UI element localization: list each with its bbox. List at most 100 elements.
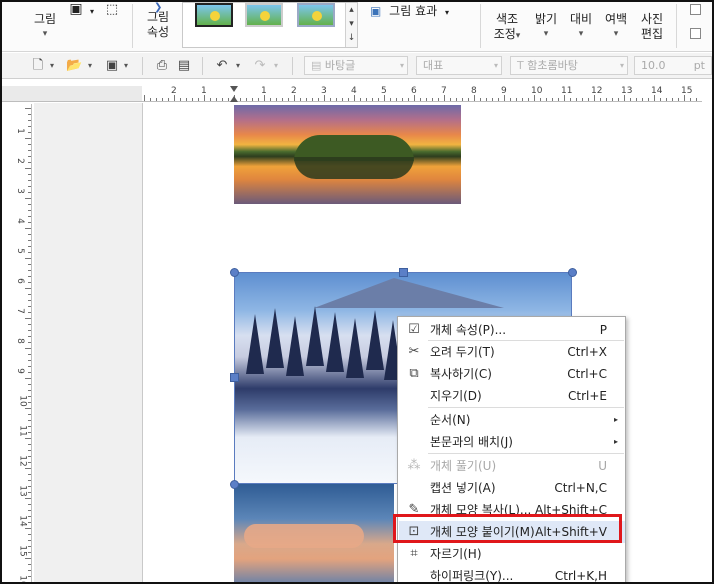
color-tone-button[interactable]: 색조 조정▾ — [490, 12, 524, 44]
ruler-tick — [28, 210, 31, 211]
menu-item[interactable]: 하이퍼링크(Y)... Ctrl+K,H — [399, 565, 625, 583]
chevron-down-icon: ▾ — [42, 29, 48, 39]
font-size-value: 10.0 — [641, 59, 666, 72]
font-combo[interactable]: ꓔ 함초롬바탕 ▾ — [510, 56, 628, 75]
ruler-number: 5 — [381, 86, 387, 96]
ruler-tick — [492, 98, 493, 101]
photo-edit-label-2: 편집 — [640, 27, 664, 41]
menu-item[interactable]: ☑ 개체 속성(P)... P — [399, 319, 625, 341]
resize-handle-top-right[interactable] — [568, 268, 577, 277]
photo-edit-button[interactable]: 사진 편집 — [638, 12, 666, 42]
style-thumb-3[interactable] — [297, 3, 335, 27]
ruler-tick — [648, 98, 649, 101]
new-document-icon[interactable]: 🗋 — [30, 58, 46, 74]
ruler-tick — [678, 98, 679, 101]
ruler-tick — [28, 390, 31, 391]
resize-handle-top[interactable] — [399, 268, 408, 277]
resize-handle-top-left[interactable] — [230, 268, 239, 277]
sunset-lake-image[interactable] — [234, 105, 461, 204]
menu-item-shortcut: Ctrl+K,H — [554, 569, 607, 583]
open-folder-icon[interactable]: 📂 — [66, 58, 82, 74]
horizontal-ruler[interactable]: 2 1 1 2 3 4 5 6 7 8 9 10 11 12 13 14 15 — [142, 86, 702, 102]
vertical-ruler[interactable]: 1 2 3 4 5 6 7 8 9 10 11 12 13 14 15 16 — [14, 104, 32, 582]
brightness-button[interactable]: 밝기 ▾ — [532, 12, 560, 42]
ruler-number: 11 — [561, 86, 573, 96]
ruler-tick — [28, 432, 31, 433]
tree-shape — [306, 306, 324, 366]
chevron-down-icon[interactable]: ▾ — [88, 61, 92, 70]
ruler-tick — [28, 540, 31, 541]
ruler-tick — [180, 98, 181, 101]
redo-icon[interactable]: ↷ — [252, 58, 268, 74]
font-size-combo[interactable]: 10.0 pt — [634, 56, 712, 75]
print-preview-icon[interactable]: ▤ — [176, 58, 192, 74]
ruler-tick — [198, 98, 199, 101]
tree-shape — [326, 312, 344, 372]
expand-icon[interactable]: ↓ — [346, 31, 357, 45]
contrast-button[interactable]: 대비 ▾ — [567, 12, 595, 42]
save-icon[interactable]: ▣ — [104, 58, 120, 74]
margin-button[interactable]: 여백 ▾ — [602, 12, 630, 42]
chevron-down-icon[interactable]: ▾ — [124, 61, 128, 70]
style-thumb-2[interactable] — [245, 3, 283, 27]
menu-item-label: 본문과의 배치(J) — [430, 435, 513, 449]
menu-item[interactable]: 캡션 넣기(A) Ctrl+N,C — [399, 477, 625, 499]
menu-item-shortcut: Ctrl+N,C — [554, 481, 607, 495]
ruler-tick — [28, 162, 31, 163]
chevron-down-icon[interactable]: ▾ — [274, 61, 278, 70]
chevron-down-icon: ▾ — [613, 29, 619, 39]
tree-shape — [286, 316, 304, 376]
ruler-tick — [28, 264, 31, 265]
language-combo[interactable]: 대표 ▾ — [416, 56, 502, 75]
ruler-tick — [25, 228, 31, 229]
ruler-tick — [25, 468, 31, 469]
image-button[interactable]: 그림 ▾ — [30, 12, 60, 42]
menu-item[interactable]: 지우기(D) Ctrl+E — [399, 385, 625, 407]
sky-cloud-image[interactable] — [234, 484, 394, 582]
ruler-tick — [25, 408, 31, 409]
ruler-tick — [270, 98, 271, 101]
brightness-label: 밝기 — [534, 12, 558, 26]
brush-icon: ❯ — [154, 2, 163, 13]
contrast-label: 대비 — [569, 12, 593, 26]
ruler-tick — [25, 168, 31, 169]
font-combo-value: 함초롬바탕 — [527, 59, 578, 72]
gallery-scrollbar[interactable]: ▴ ▾ ↓ — [345, 3, 357, 47]
chevron-down-icon[interactable]: ▾ — [50, 61, 54, 70]
ruler-tick — [192, 98, 193, 101]
ruler-tick — [28, 144, 31, 145]
image-props-button[interactable]: ❯ 그림 속성 — [142, 2, 174, 40]
chevron-down-icon[interactable]: ▾ — [346, 17, 357, 31]
divider — [480, 4, 481, 48]
insert-icon[interactable]: ▣ — [68, 2, 84, 17]
menu-item-label: 순서(N) — [430, 413, 471, 427]
style-thumb-1[interactable] — [195, 3, 233, 27]
ruler-tick — [28, 396, 31, 397]
print-icon[interactable]: ⎙ — [154, 58, 170, 74]
crop-tool-icon[interactable]: ⬚ — [104, 2, 120, 17]
chevron-up-icon[interactable]: ▴ — [346, 3, 357, 17]
menu-item[interactable]: 본문과의 배치(J) ▸ — [399, 431, 625, 453]
image-effect-icon: ▣ — [370, 4, 382, 18]
ruler-tick — [28, 300, 31, 301]
menu-item[interactable]: ⌗ 자르기(H) — [399, 543, 625, 565]
image-effect-button[interactable]: ▣ 그림 효과 ▾ — [370, 4, 458, 20]
menu-item[interactable]: ✂ 오려 두기(T) Ctrl+X — [399, 341, 625, 363]
ruler-tick — [28, 336, 31, 337]
chevron-down-icon[interactable]: ▾ — [236, 61, 240, 70]
highlight-annotation — [393, 514, 622, 543]
checkbox-icon[interactable] — [690, 4, 701, 15]
menu-item[interactable]: ⧉ 복사하기(C) Ctrl+C — [399, 363, 625, 385]
menu-item[interactable]: 순서(N) ▸ — [399, 409, 625, 431]
resize-handle-left[interactable] — [230, 373, 239, 382]
style-combo[interactable]: ▤ 바탕글 ▾ — [304, 56, 408, 75]
ruler-tick — [28, 156, 31, 157]
checkbox-icon[interactable] — [690, 28, 701, 39]
ruler-tick — [28, 402, 31, 403]
picture-style-gallery[interactable]: ▴ ▾ ↓ — [182, 2, 358, 48]
indent-marker-icon[interactable] — [230, 86, 239, 102]
chevron-down-icon[interactable]: ▾ — [88, 4, 96, 19]
resize-handle-bottom-left[interactable] — [230, 480, 239, 489]
undo-icon[interactable]: ↶ — [214, 58, 230, 74]
ruler-tick — [612, 98, 613, 101]
